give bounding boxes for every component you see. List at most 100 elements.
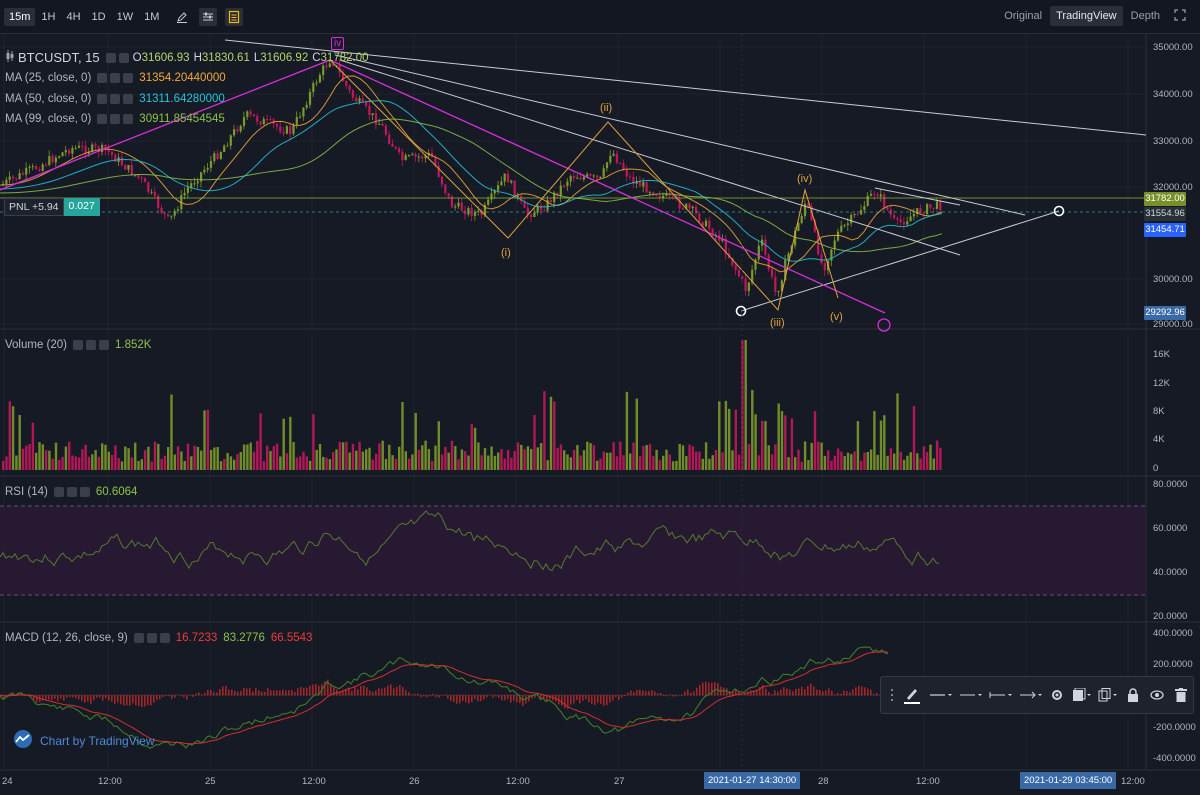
- volume-bar: [394, 458, 398, 470]
- volume-bar: [737, 454, 741, 470]
- tradingview-brand[interactable]: Chart by TradingView: [12, 730, 155, 751]
- tab-tradingview[interactable]: TradingView: [1050, 6, 1123, 26]
- volume-bar: [81, 449, 84, 470]
- legend-settings-icon[interactable]: [105, 52, 116, 63]
- macd-visibility-icon[interactable]: [146, 633, 157, 643]
- timeframe-1d[interactable]: 1D: [87, 8, 111, 26]
- volume-bar: [51, 458, 54, 470]
- macd-histogram-bar: [756, 690, 758, 696]
- volume-bar: [411, 454, 414, 470]
- candle-body: [120, 157, 123, 166]
- fullscreen-icon[interactable]: [1174, 9, 1186, 24]
- ma50-remove-icon[interactable]: [123, 94, 134, 104]
- rsi-visibility-icon[interactable]: [66, 487, 77, 497]
- macd-legend: MACD (12, 26, close, 9) 16.7233 83.2776 …: [5, 632, 312, 644]
- candle-body: [922, 213, 925, 215]
- tab-depth[interactable]: Depth: [1125, 6, 1166, 26]
- candle-body: [906, 221, 909, 225]
- legend-visibility-icon[interactable]: [118, 52, 129, 63]
- candle-body: [305, 104, 308, 108]
- ma99-value: 30911.85454545: [139, 113, 225, 125]
- macd-histogram-bar: [108, 695, 110, 701]
- volume-bar: [629, 453, 632, 470]
- rsi-remove-icon[interactable]: [79, 487, 90, 497]
- templates-icon[interactable]: [225, 7, 244, 26]
- macd-histogram-bar: [306, 687, 308, 696]
- volume-bar: [140, 459, 143, 470]
- candle-body: [153, 191, 156, 196]
- volume-bar: [688, 444, 691, 470]
- ma99-remove-icon[interactable]: [123, 114, 134, 124]
- volume-bar: [744, 340, 747, 470]
- macd-histogram-bar: [381, 688, 383, 696]
- brush-icon[interactable]: [901, 680, 922, 710]
- macd-histogram-bar: [636, 690, 638, 696]
- volume-bar: [97, 456, 101, 470]
- ma50-settings-icon[interactable]: [97, 94, 108, 104]
- candle-body: [605, 162, 609, 169]
- volume-bar: [153, 441, 157, 470]
- timeframe-15m[interactable]: 15m: [4, 7, 36, 26]
- candle-body: [137, 174, 140, 178]
- line-width-dropdown-icon[interactable]: [959, 680, 983, 710]
- volume-bar: [718, 401, 721, 470]
- close-value: 31782.00: [320, 51, 369, 64]
- volume-visibility-icon[interactable]: [86, 340, 97, 350]
- volume-bar: [236, 453, 239, 470]
- candle-body: [51, 156, 54, 163]
- macd-histogram-bar: [258, 690, 260, 696]
- volume-bar: [467, 455, 470, 470]
- ma25-value: 31354.20440000: [139, 72, 226, 84]
- macd-histogram-bar: [855, 687, 857, 696]
- visibility-eye-icon[interactable]: [1148, 680, 1166, 710]
- macd-histogram-bar: [792, 691, 794, 696]
- rsi-settings-icon[interactable]: [53, 487, 64, 497]
- pencil-icon[interactable]: [173, 8, 191, 26]
- timeframe-1h[interactable]: 1H: [36, 8, 60, 26]
- ma25-visibility-icon[interactable]: [110, 73, 121, 83]
- volume-bar: [365, 449, 368, 470]
- line-end-dropdown-icon[interactable]: [1019, 680, 1043, 710]
- price-axis-label: 35000.00: [1153, 42, 1193, 53]
- tab-original[interactable]: Original: [998, 6, 1048, 26]
- macd-settings-icon[interactable]: [133, 633, 144, 643]
- trash-icon[interactable]: [1172, 680, 1190, 710]
- candle-body: [41, 164, 44, 171]
- volume-settings-icon[interactable]: [73, 340, 84, 350]
- macd-remove-icon[interactable]: [159, 633, 170, 643]
- ma99-visibility-icon[interactable]: [110, 114, 121, 124]
- candle-body: [325, 65, 328, 68]
- pnl-badge[interactable]: PNL +5.94 0.027: [4, 198, 100, 216]
- macd-histogram-bar: [672, 695, 674, 697]
- macd-histogram-bar: [441, 695, 443, 696]
- macd-histogram-bar: [426, 695, 428, 698]
- ma25-remove-icon[interactable]: [123, 73, 134, 83]
- template-dropdown-icon[interactable]: [1072, 680, 1092, 710]
- settings-gear-icon[interactable]: [1049, 680, 1067, 710]
- candle-body: [612, 153, 615, 156]
- lock-icon[interactable]: [1124, 680, 1142, 710]
- macd-histogram-bar: [450, 695, 452, 701]
- macd-histogram-bar: [84, 695, 86, 703]
- ma99-settings-icon[interactable]: [97, 114, 108, 124]
- volume-bar: [506, 449, 510, 470]
- candle-body: [312, 83, 315, 92]
- macd-histogram-bar: [825, 690, 827, 696]
- ma50-visibility-icon[interactable]: [110, 94, 121, 104]
- volume-bar: [302, 451, 305, 470]
- macd-histogram-bar: [750, 690, 752, 696]
- macd-histogram-bar: [846, 691, 848, 696]
- ma25-settings-icon[interactable]: [97, 73, 108, 83]
- indicators-icon[interactable]: [199, 7, 218, 26]
- line-start-dropdown-icon[interactable]: [989, 680, 1013, 710]
- timeframe-1m[interactable]: 1M: [139, 8, 164, 26]
- candle-body: [823, 263, 826, 271]
- macd-histogram-bar: [417, 693, 419, 696]
- timeframe-4h[interactable]: 4H: [61, 8, 85, 26]
- volume-bar: [213, 447, 216, 470]
- drag-handle-icon[interactable]: [888, 680, 895, 710]
- clone-dropdown-icon[interactable]: [1098, 680, 1118, 710]
- volume-remove-icon[interactable]: [99, 340, 110, 350]
- timeframe-1w[interactable]: 1W: [112, 8, 139, 26]
- line-color-dropdown-icon[interactable]: [929, 680, 953, 710]
